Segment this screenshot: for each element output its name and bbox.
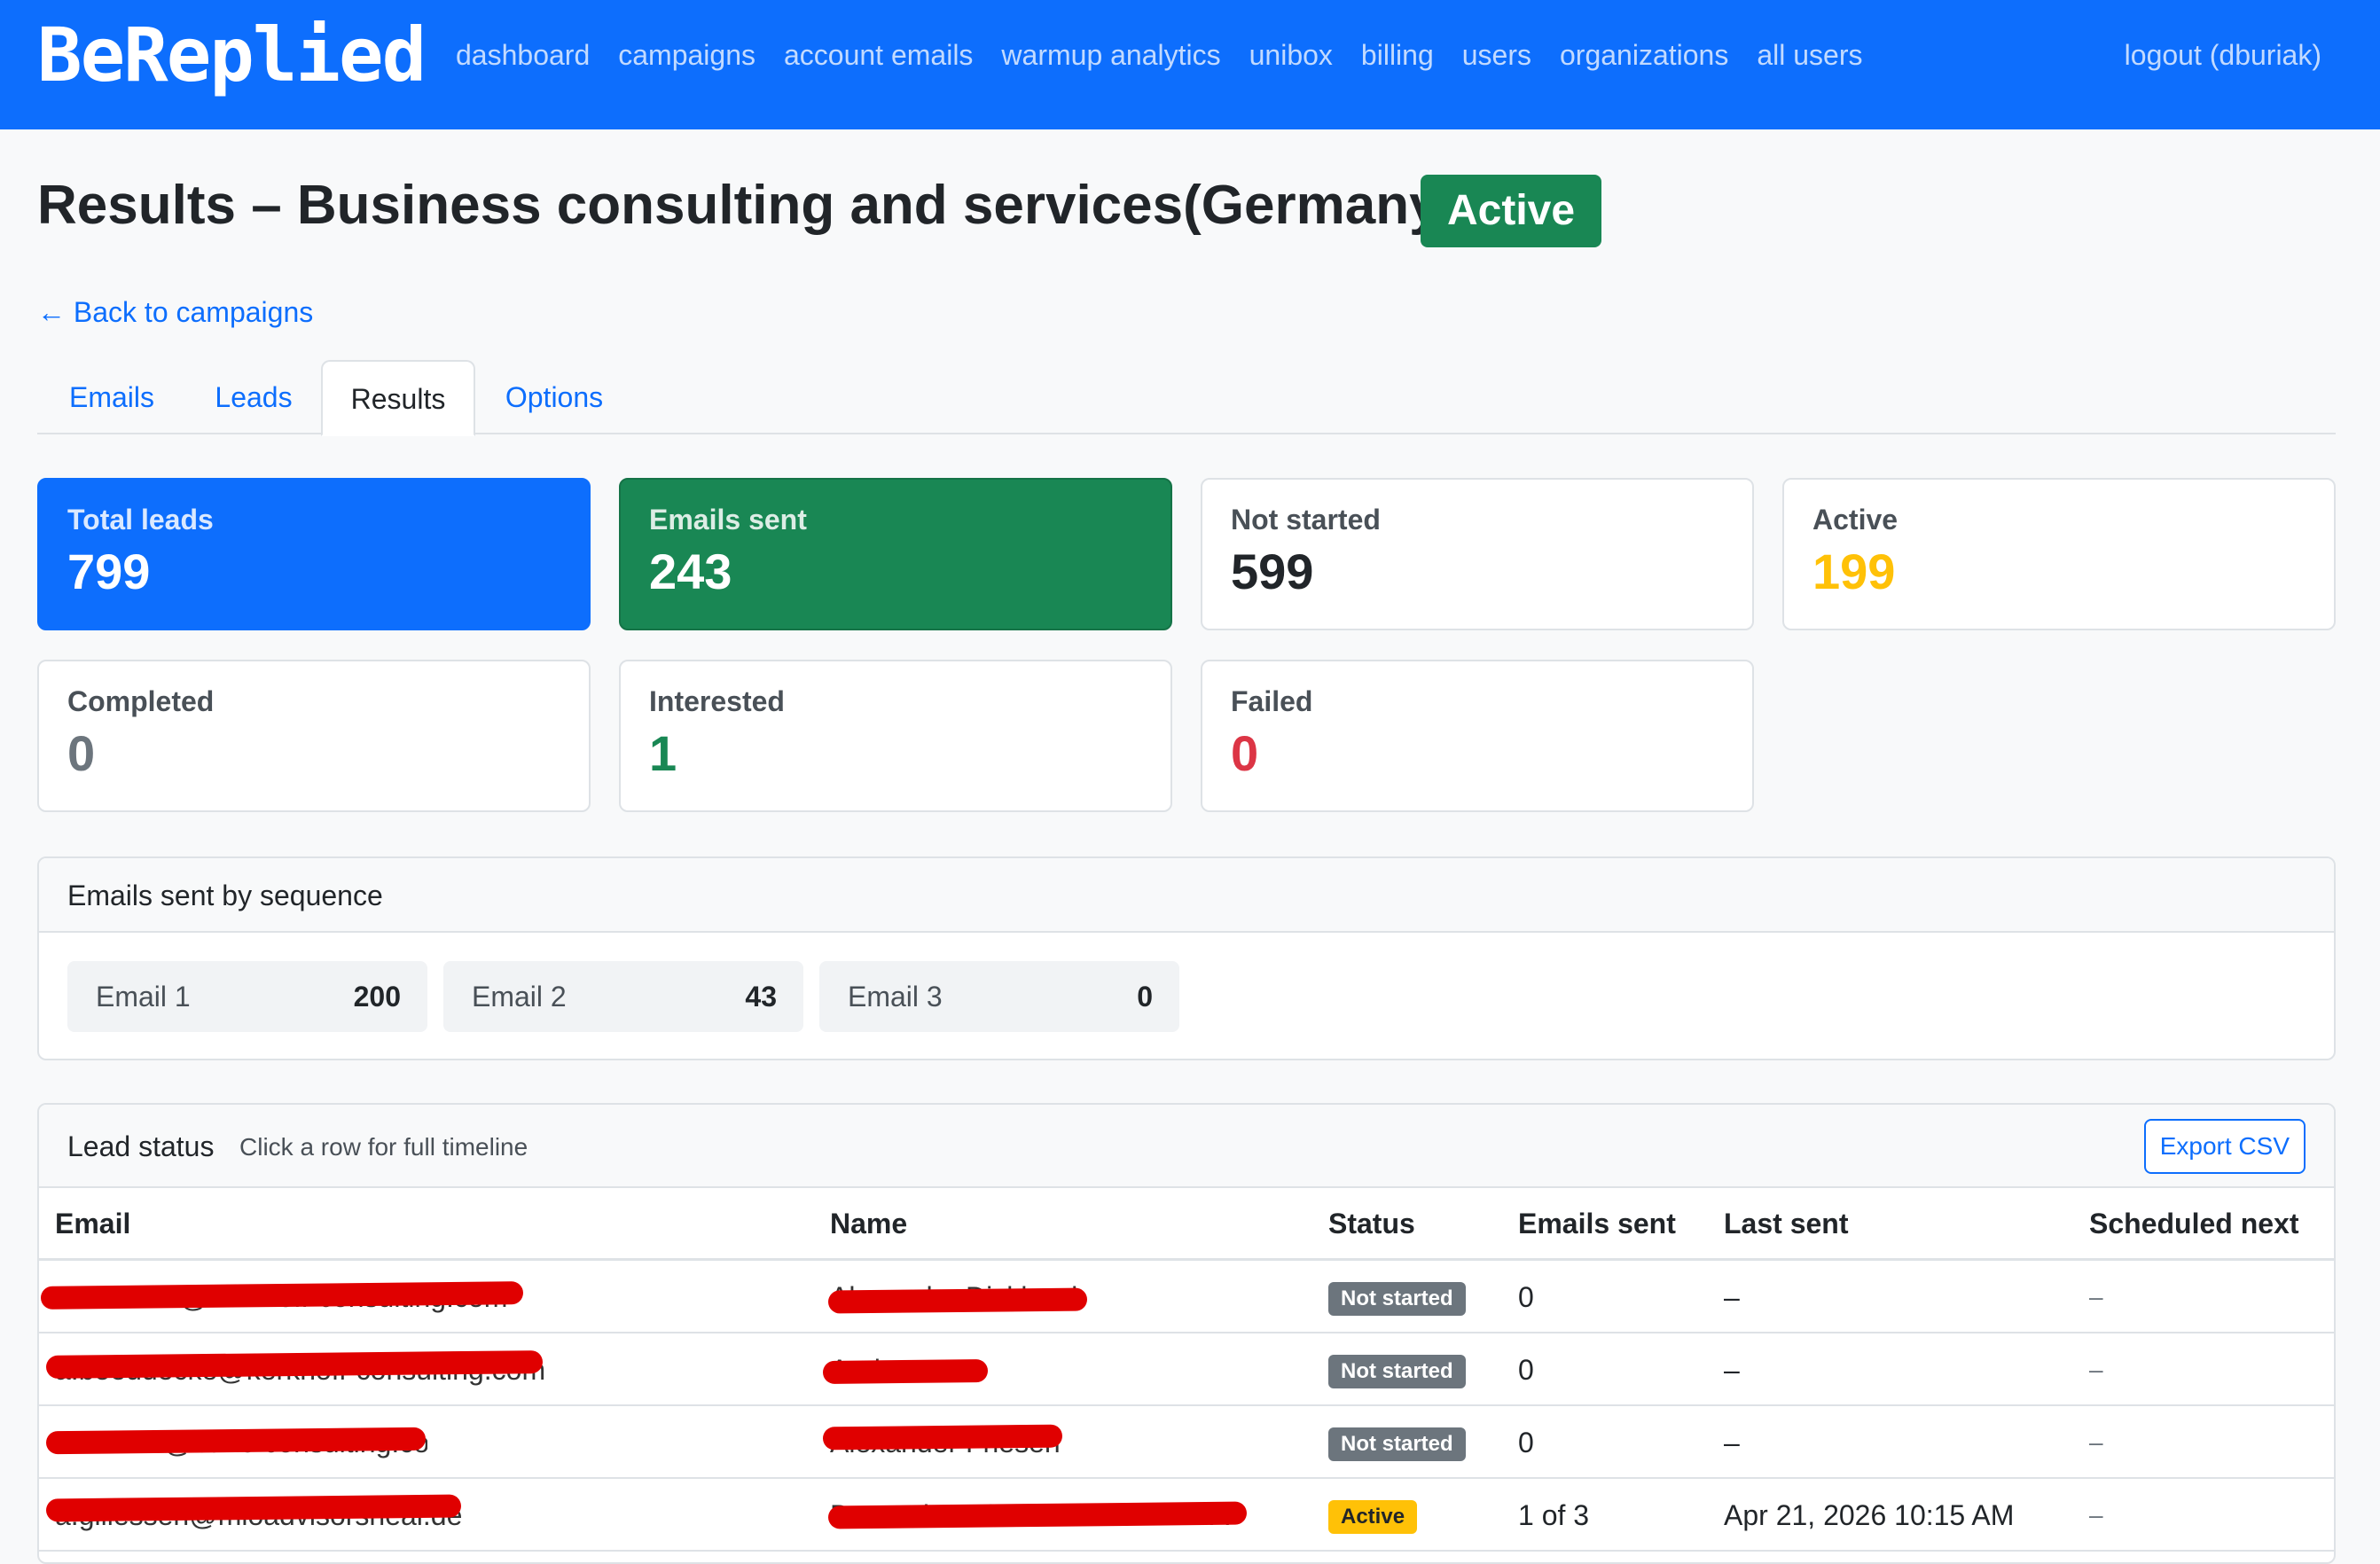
column-email[interactable]: Email [55, 1204, 130, 1243]
sequence-label: Email 3 [848, 981, 943, 1013]
back-to-campaigns-link[interactable]: ← Back to campaigns [37, 293, 313, 332]
redaction-mark [822, 1359, 989, 1384]
sequence-panel: Emails sent by sequence Email 1 200 Emai… [37, 856, 2336, 1060]
nav-link-organizations[interactable]: organizations [1560, 35, 1728, 74]
lead-emails-sent: 0 [1518, 1281, 1534, 1313]
lead-scheduled-next: – [2089, 1501, 2103, 1529]
sequence-count: 43 [745, 981, 777, 1013]
table-row[interactable]: a.friesen@banc-consulting.com Alexander … [39, 1406, 2334, 1479]
lead-scheduled-next: – [2089, 1283, 2103, 1310]
stat-value: 599 [1231, 543, 1314, 599]
lead-status-panel: Lead status Click a row for full timelin… [37, 1103, 2336, 1564]
stat-value: 199 [1812, 543, 1896, 599]
stat-label: Interested [649, 685, 785, 717]
nav-link-account-emails[interactable]: account emails [784, 35, 973, 74]
logout-link[interactable]: logout (dburiak) [2125, 35, 2321, 74]
lead-status-header: Lead status Click a row for full timelin… [39, 1105, 2334, 1188]
redaction-mark [822, 1424, 1063, 1451]
lead-status-badge: Not started [1328, 1427, 1466, 1461]
stat-value: 0 [1231, 725, 1259, 781]
lead-last-sent: – [1724, 1427, 1740, 1458]
sequence-panel-header: Emails sent by sequence [39, 858, 2334, 933]
stat-label: Completed [67, 685, 215, 717]
stat-card-not-started: Not started 599 [1201, 478, 1754, 630]
nav-links: dashboard campaigns account emails warmu… [456, 35, 1863, 74]
sequence-label: Email 2 [472, 981, 567, 1013]
lead-scheduled-next: – [2089, 1356, 2103, 1383]
top-navbar: BeReplied dashboard campaigns account em… [0, 0, 2380, 129]
tab-emails[interactable]: Emails [37, 360, 186, 434]
table-row[interactable]: a.boeddecke@kerkhoff-consulting.com Andr… [39, 1333, 2334, 1406]
lead-emails-sent: 1 of 3 [1518, 1499, 1590, 1531]
stat-value: 0 [67, 725, 96, 781]
lead-status-badge: Not started [1328, 1282, 1466, 1316]
page-title: Results – Business consulting and servic… [37, 175, 1459, 236]
brand-logo[interactable]: BeReplied [37, 11, 427, 99]
column-status[interactable]: Status [1328, 1204, 1415, 1243]
stat-label: Emails sent [649, 504, 807, 536]
stat-value: 1 [649, 725, 677, 781]
stat-card-interested: Interested 1 [619, 660, 1172, 812]
lead-last-sent: – [1724, 1354, 1740, 1386]
tab-leads[interactable]: Leads [186, 360, 321, 434]
nav-link-all-users[interactable]: all users [1757, 35, 1862, 74]
redaction-mark [45, 1427, 427, 1455]
sequence-item-email-2: Email 2 43 [443, 961, 803, 1032]
tab-results[interactable]: Results [321, 360, 475, 436]
stat-label: Total leads [67, 504, 214, 536]
stat-card-emails-sent: Emails sent 243 [619, 478, 1172, 630]
tab-options[interactable]: Options [475, 360, 633, 434]
sequence-panel-title: Emails sent by sequence [67, 880, 383, 911]
stat-card-total-leads: Total leads 799 [37, 478, 591, 630]
sequence-item-email-3: Email 3 0 [819, 961, 1179, 1032]
stat-label: Failed [1231, 685, 1313, 717]
sequence-item-email-1: Email 1 200 [67, 961, 427, 1032]
export-csv-button[interactable]: Export CSV [2143, 1119, 2306, 1174]
column-last-sent[interactable]: Last sent [1724, 1204, 1848, 1243]
lead-status-badge: Active [1328, 1500, 1418, 1534]
stat-label: Not started [1231, 504, 1381, 536]
table-row[interactable]: alexander@kerkhoff-consulting.com Alexan… [39, 1261, 2334, 1333]
lead-last-sent: Apr 21, 2026 10:15 AM [1724, 1499, 2015, 1531]
stat-card-active: Active 199 [1782, 478, 2336, 630]
lead-last-sent: – [1724, 1281, 1740, 1313]
nav-link-users[interactable]: users [1462, 35, 1531, 74]
nav-link-campaigns[interactable]: campaigns [618, 35, 755, 74]
column-name[interactable]: Name [830, 1204, 907, 1243]
table-header: Email Name Status Emails sent Last sent … [39, 1188, 2334, 1261]
lead-scheduled-next: – [2089, 1428, 2103, 1456]
nav-link-dashboard[interactable]: dashboard [456, 35, 590, 74]
stat-value: 243 [649, 543, 732, 599]
column-emails-sent[interactable]: Emails sent [1518, 1204, 1676, 1243]
redaction-mark [45, 1494, 462, 1522]
nav-link-warmup-analytics[interactable]: warmup analytics [1001, 35, 1220, 74]
campaign-tabs: Emails Leads Results Options [37, 360, 2336, 436]
redaction-mark [827, 1501, 1248, 1529]
lead-emails-sent: 0 [1518, 1354, 1534, 1386]
stat-card-completed: Completed 0 [37, 660, 591, 812]
lead-status-badge: Not started [1328, 1355, 1466, 1388]
nav-link-unibox[interactable]: unibox [1249, 35, 1333, 74]
lead-status-hint: Click a row for full timeline [239, 1133, 528, 1161]
stat-value: 799 [67, 543, 151, 599]
lead-emails-sent: 0 [1518, 1427, 1534, 1458]
stat-label: Active [1812, 504, 1899, 536]
redaction-mark [827, 1287, 1088, 1314]
stat-card-failed: Failed 0 [1201, 660, 1754, 812]
sequence-count: 200 [353, 981, 401, 1013]
sequence-label: Email 1 [96, 981, 191, 1013]
campaign-status-badge: Active [1421, 175, 1602, 247]
nav-link-billing[interactable]: billing [1361, 35, 1434, 74]
column-scheduled-next[interactable]: Scheduled next [2089, 1204, 2299, 1243]
sequence-count: 0 [1137, 981, 1153, 1013]
lead-status-title: Lead status [67, 1130, 215, 1162]
